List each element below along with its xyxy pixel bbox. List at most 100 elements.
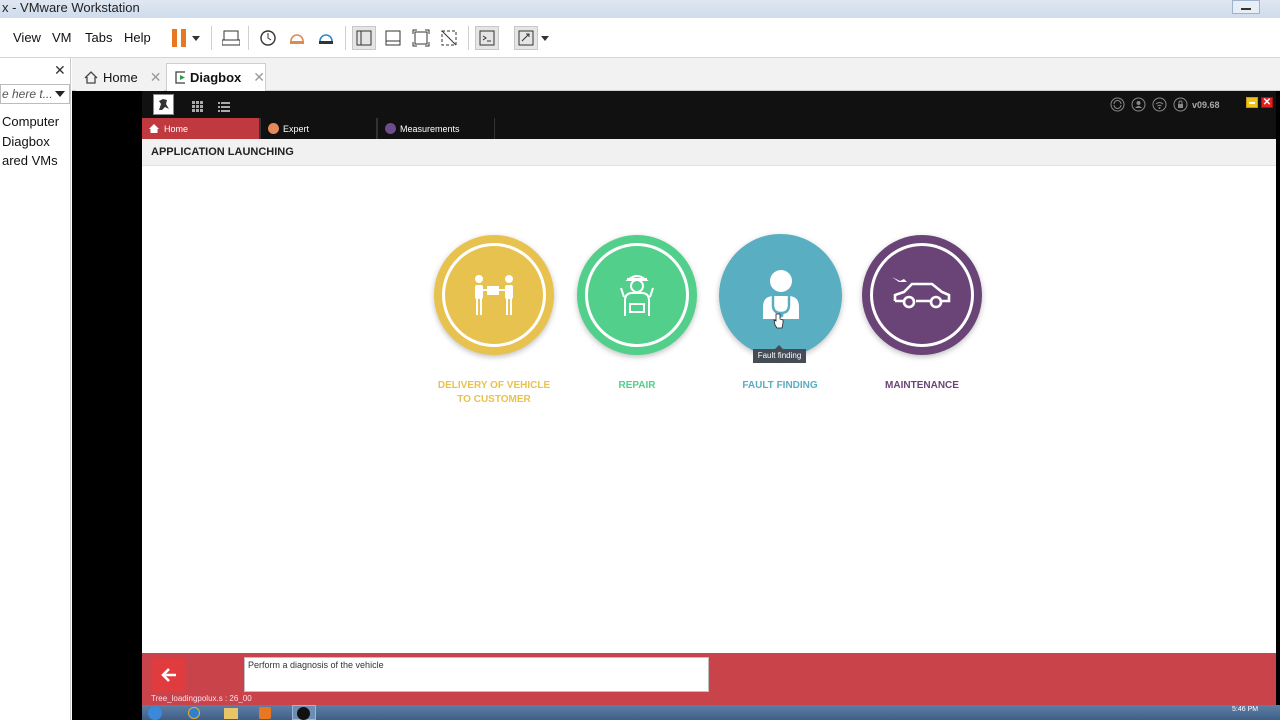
message-box: Perform a diagnosis of the vehicle bbox=[244, 657, 709, 692]
fault-finding-label: FAULT FINDING bbox=[710, 379, 850, 393]
fault-finding-app-button[interactable] bbox=[719, 234, 842, 357]
nav-measurements[interactable]: Measurements bbox=[377, 118, 495, 139]
snapshot-manager-icon bbox=[319, 34, 333, 44]
lion-icon bbox=[159, 99, 169, 110]
chevron-down-icon bbox=[192, 35, 200, 41]
nav-home-label: Home bbox=[164, 123, 189, 134]
repair-label-text: REPAIR bbox=[618, 380, 656, 391]
menu-vm[interactable]: VM bbox=[52, 30, 72, 45]
menu-view[interactable]: View bbox=[13, 30, 41, 45]
delivery-app-button[interactable] bbox=[434, 235, 554, 355]
wifi-icon[interactable] bbox=[1152, 97, 1167, 117]
maintenance-label: MAINTENANCE bbox=[852, 379, 992, 393]
toolbar-divider bbox=[468, 26, 469, 50]
home-icon bbox=[149, 124, 159, 133]
arrow-left-icon bbox=[161, 668, 176, 682]
menu-help[interactable]: Help bbox=[124, 30, 151, 45]
library-item[interactable]: Computer bbox=[2, 114, 59, 129]
library-search-input[interactable]: e here t... bbox=[0, 84, 70, 104]
minimize-app-button[interactable] bbox=[1246, 97, 1258, 108]
hand-cursor-icon bbox=[773, 313, 784, 329]
menu-bar: View VM Tabs Help bbox=[0, 18, 1280, 58]
chevron-down-icon bbox=[541, 35, 549, 41]
full-screen-button[interactable] bbox=[409, 26, 433, 50]
folder-icon[interactable] bbox=[224, 708, 238, 719]
user-icon[interactable] bbox=[1131, 97, 1146, 117]
close-icon[interactable]: ✕ bbox=[253, 69, 265, 86]
revert-icon bbox=[290, 34, 304, 44]
close-icon[interactable]: ✕ bbox=[54, 62, 66, 79]
window-titlebar: x - VMware Workstation bbox=[0, 0, 1280, 18]
guest-taskbar: 5:46 PM bbox=[142, 705, 1280, 720]
page-title: APPLICATION LAUNCHING bbox=[142, 139, 1276, 166]
console-icon bbox=[479, 30, 495, 46]
minimize-button[interactable] bbox=[1232, 0, 1260, 14]
diagbox-nav: Home Expert Measurements bbox=[142, 118, 1276, 139]
close-app-button[interactable]: ✕ bbox=[1261, 97, 1273, 108]
ie-icon[interactable] bbox=[188, 707, 200, 719]
status-text: Tree_loadingpolux.s : 26_00 bbox=[151, 694, 252, 703]
version-label: v09.68 bbox=[1192, 100, 1220, 110]
window-title: x - VMware Workstation bbox=[2, 0, 140, 15]
expert-icon bbox=[268, 123, 279, 134]
unity-button[interactable] bbox=[437, 26, 461, 50]
back-button[interactable] bbox=[152, 658, 186, 692]
sync-icon[interactable] bbox=[1110, 97, 1125, 117]
search-placeholder: e here t... bbox=[2, 87, 53, 101]
tooltip: Fault finding bbox=[753, 345, 806, 363]
menu-tabs[interactable]: Tabs bbox=[85, 30, 112, 45]
toolbar-divider bbox=[248, 26, 249, 50]
clock-time: 5:46 PM bbox=[1232, 706, 1259, 713]
media-player-icon[interactable] bbox=[259, 707, 271, 719]
mechanic-icon bbox=[620, 275, 654, 316]
revert-snapshot-button[interactable] bbox=[285, 26, 309, 50]
stretch-dropdown[interactable] bbox=[539, 26, 551, 50]
peugeot-logo[interactable] bbox=[153, 94, 174, 115]
snapshot-icon bbox=[260, 30, 276, 46]
car-oil-icon bbox=[892, 277, 951, 309]
pause-dropdown[interactable] bbox=[189, 26, 203, 50]
nav-expert[interactable]: Expert bbox=[260, 118, 377, 139]
thumbnail-bar-button[interactable] bbox=[381, 26, 405, 50]
close-icon[interactable]: ✕ bbox=[150, 69, 162, 86]
application-launcher bbox=[142, 166, 1276, 653]
tab-diagbox[interactable]: Diagbox ✕ bbox=[166, 63, 266, 91]
send-keys-button[interactable] bbox=[219, 26, 243, 50]
pause-button[interactable] bbox=[167, 26, 191, 50]
show-library-button[interactable] bbox=[352, 26, 376, 50]
diagbox-app-icon bbox=[297, 707, 310, 720]
vm-icon bbox=[175, 71, 185, 84]
chevron-down-icon[interactable] bbox=[55, 91, 65, 97]
diagbox-taskbar-item[interactable] bbox=[292, 705, 316, 720]
unity-icon bbox=[441, 30, 457, 46]
repair-app-button[interactable] bbox=[577, 235, 697, 355]
console-view-button[interactable] bbox=[475, 26, 499, 50]
stretch-button[interactable] bbox=[514, 26, 538, 50]
repair-label: REPAIR bbox=[567, 379, 707, 393]
tab-home[interactable]: Home ✕ bbox=[76, 63, 164, 91]
nav-expert-label: Expert bbox=[283, 123, 310, 134]
home-icon bbox=[84, 70, 98, 84]
library-item[interactable]: Diagbox bbox=[2, 134, 50, 149]
snapshot-button[interactable] bbox=[256, 26, 280, 50]
nav-home[interactable]: Home bbox=[142, 118, 260, 139]
start-button[interactable] bbox=[148, 706, 162, 720]
library-sidebar: ✕ e here t... Computer Diagbox ared VMs bbox=[0, 58, 71, 720]
delivery-icon bbox=[475, 275, 513, 315]
fault-finding-label-text: FAULT FINDING bbox=[742, 380, 818, 391]
tab-label: Home bbox=[103, 69, 138, 85]
library-icon bbox=[356, 30, 372, 46]
snapshot-manager-button[interactable] bbox=[314, 26, 338, 50]
close-icon: ✕ bbox=[1262, 97, 1272, 108]
tab-label: Diagbox bbox=[189, 70, 242, 85]
vm-tab-bar: Home ✕ Diagbox ✕ bbox=[72, 58, 1280, 91]
grid-view-icon[interactable] bbox=[192, 99, 203, 117]
diagbox-topbar: v09.68 ✕ bbox=[142, 91, 1276, 118]
measurements-icon bbox=[385, 123, 396, 134]
maintenance-app-button[interactable] bbox=[862, 235, 982, 355]
list-view-icon[interactable] bbox=[218, 99, 230, 117]
library-item[interactable]: ared VMs bbox=[2, 153, 58, 168]
pause-icon bbox=[172, 29, 186, 47]
lock-icon[interactable] bbox=[1173, 97, 1188, 117]
stretch-icon bbox=[518, 30, 534, 46]
